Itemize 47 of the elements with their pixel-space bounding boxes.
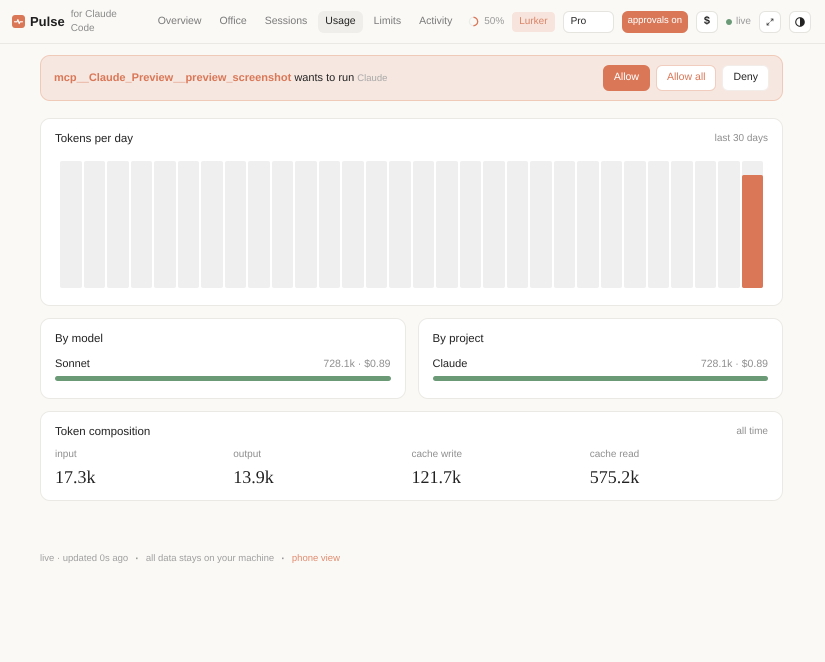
brand-name: Pulse [30,12,65,31]
approval-button[interactable]: Deny [722,65,769,91]
expand-button[interactable] [759,10,781,32]
usage-percent: 50% [484,15,504,29]
stat-label: input [55,448,78,461]
row-total: 728.1k · $0.89 [323,357,390,371]
row-name: Claude [432,357,468,371]
nav-tab[interactable]: Usage [318,10,363,32]
card-title: By model [55,332,104,346]
stat-value: 575.2k [590,466,640,488]
nav-tab[interactable]: Limits [366,10,408,32]
tier-badge: Lurker [512,12,555,32]
progress-ring-icon [468,16,480,27]
brand-tagline: for Claude Code [70,8,118,36]
nav-tab[interactable]: Office [212,10,254,32]
currency-button[interactable]: $ [696,10,718,32]
stat-label: cache read [590,448,640,461]
live-label: live [736,15,751,29]
expand-icon [766,18,774,26]
approvals-toggle[interactable]: approvals on [622,10,688,32]
stat-value: 121.7k [412,466,462,488]
contrast-icon [795,16,805,26]
nav-tab[interactable]: Activity [412,10,460,32]
footer-text: all data stays on your machine [146,552,274,566]
footer-text: live · updated 0s ago [40,552,128,566]
footer-separator: · [135,552,139,566]
phone-view-link[interactable]: phone view [292,552,340,566]
plan-select[interactable]: Pro [562,10,614,32]
stat-value: 13.9k [233,466,275,488]
card-title: Token composition [55,425,150,439]
logo-icon [12,15,25,28]
card-title: By project [432,332,485,346]
range-label: last 30 days [714,132,768,146]
row-name: Sonnet [55,357,90,371]
approval-button[interactable]: Allow all [656,65,716,91]
stat-label: output [233,448,262,461]
theme-toggle-button[interactable] [789,10,811,32]
nav-tab[interactable]: Sessions [258,10,314,32]
approval-message: mcp__Claude_Preview__preview_screenshot wants to run Claude [54,70,388,86]
nav-tab[interactable]: Overview [150,10,208,32]
range-label: all time [736,425,768,439]
card-title: Tokens per day [55,132,133,146]
stat-label: cache write [412,448,464,461]
approval-button[interactable]: Allow [602,65,650,91]
row-total: 728.1k · $0.89 [700,357,768,371]
footer-separator: · [281,552,285,566]
stat-value: 17.3k [55,466,96,488]
